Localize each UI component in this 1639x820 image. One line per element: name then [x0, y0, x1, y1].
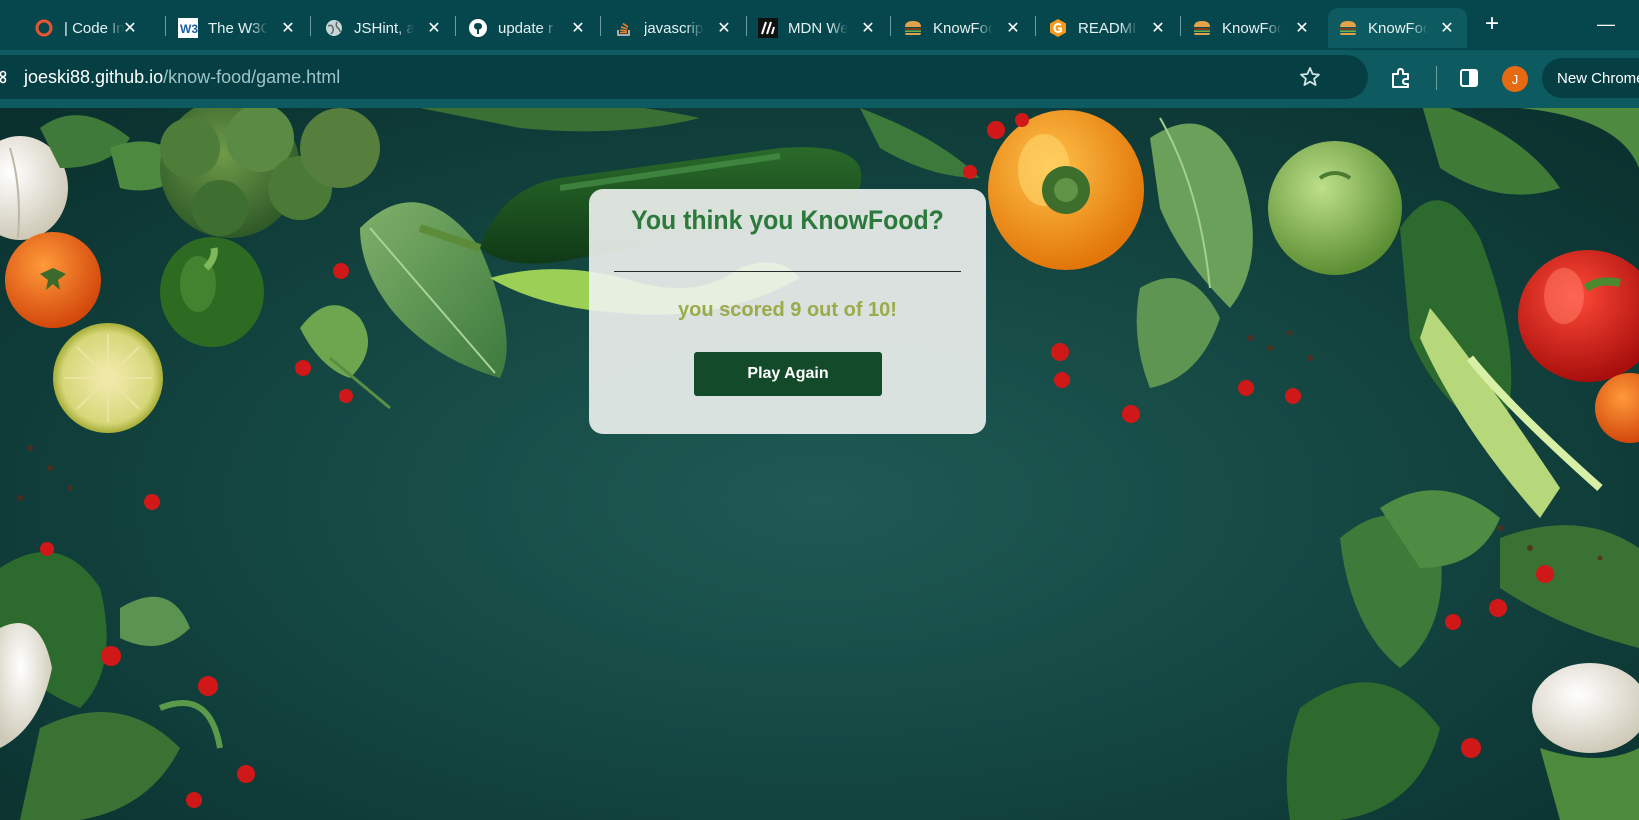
close-icon[interactable]: ✕	[278, 18, 298, 38]
tab-knowfood-active[interactable]: KnowFoo ✕	[1328, 8, 1467, 48]
tab-title: javascrip	[644, 19, 704, 37]
title-divider	[614, 271, 961, 272]
new-chrome-button[interactable]: New Chrome	[1542, 58, 1639, 98]
tab-jshint[interactable]: JSHint, a ✕	[324, 8, 454, 48]
url-path: /know-food/game.html	[163, 67, 341, 87]
burger-icon	[1192, 18, 1212, 38]
tab-divider	[310, 16, 311, 36]
close-icon[interactable]: ✕	[1437, 18, 1457, 38]
burger-icon	[903, 18, 923, 38]
tab-w3c[interactable]: W3 The W3C ✕	[178, 8, 308, 48]
readme-icon	[1048, 18, 1068, 38]
codeinstitute-icon	[34, 18, 54, 38]
stackoverflow-icon	[614, 18, 634, 38]
tab-mdn[interactable]: MDN We ✕	[758, 8, 888, 48]
tab-divider	[890, 16, 891, 36]
w3c-icon: W3	[178, 18, 198, 38]
close-icon[interactable]: ✕	[424, 18, 444, 38]
profile-avatar[interactable]: J	[1502, 66, 1528, 92]
tab-readme[interactable]: READMI ✕	[1048, 8, 1178, 48]
close-icon[interactable]: ✕	[714, 18, 734, 38]
tab-title: KnowFoo	[1222, 19, 1282, 37]
globe-icon	[324, 18, 344, 38]
close-icon[interactable]: ✕	[1003, 18, 1023, 38]
quiz-result-card: You think you KnowFood? you scored 9 out…	[589, 189, 986, 434]
tab-divider	[1180, 16, 1181, 36]
tab-knowfood-2[interactable]: KnowFoo ✕	[1192, 8, 1322, 48]
tab-stackoverflow[interactable]: javascrip ✕	[614, 8, 744, 48]
tab-title: | Code In	[64, 19, 124, 37]
toolbar-divider	[1436, 66, 1437, 90]
score-text: you scored 9 out of 10!	[678, 299, 897, 321]
tab-code-institute[interactable]: | Code In ✕	[0, 8, 150, 48]
url-host: joeski88.github.io	[24, 67, 164, 87]
tab-strip: | Code In ✕ W3 The W3C ✕ JSHint, a ✕ upd…	[0, 0, 1639, 50]
tab-knowfood-1[interactable]: KnowFoo ✕	[903, 8, 1033, 48]
site-info-icon[interactable]	[0, 69, 8, 85]
minimize-button[interactable]: —	[1594, 12, 1618, 36]
tab-title: READMI	[1078, 19, 1137, 37]
tab-title: update r	[498, 19, 554, 37]
tab-divider	[165, 16, 166, 36]
burger-icon	[1338, 18, 1358, 38]
close-icon[interactable]: ✕	[568, 18, 588, 38]
page-viewport: You think you KnowFood? you scored 9 out…	[0, 108, 1639, 820]
tab-divider	[455, 16, 456, 36]
tab-divider	[600, 16, 601, 36]
page-title: You think you KnowFood?	[631, 205, 944, 235]
tab-divider	[746, 16, 747, 36]
tab-title: The W3C	[208, 19, 268, 37]
svg-text:W3: W3	[180, 22, 198, 36]
github-icon	[468, 18, 488, 38]
side-panel-icon[interactable]	[1454, 63, 1484, 93]
tab-title: KnowFoo	[933, 19, 993, 37]
play-again-button[interactable]: Play Again	[694, 352, 882, 396]
address-bar[interactable]: joeski88.github.io/know-food/game.html	[0, 55, 1368, 99]
close-icon[interactable]: ✕	[858, 18, 878, 38]
mdn-icon	[758, 18, 778, 38]
close-icon[interactable]: ✕	[1292, 18, 1312, 38]
extensions-icon[interactable]	[1386, 63, 1416, 93]
tab-divider	[1035, 16, 1036, 36]
tab-github[interactable]: update r ✕	[468, 8, 598, 48]
tab-title: JSHint, a	[354, 19, 414, 37]
close-icon[interactable]: ✕	[120, 18, 140, 38]
tab-title: KnowFoo	[1368, 19, 1428, 37]
bookmark-star-icon[interactable]	[1298, 65, 1322, 89]
new-tab-button[interactable]: +	[1478, 10, 1506, 38]
url-text[interactable]: joeski88.github.io/know-food/game.html	[24, 67, 340, 88]
tab-title: MDN We	[788, 19, 848, 37]
close-icon[interactable]: ✕	[1148, 18, 1168, 38]
